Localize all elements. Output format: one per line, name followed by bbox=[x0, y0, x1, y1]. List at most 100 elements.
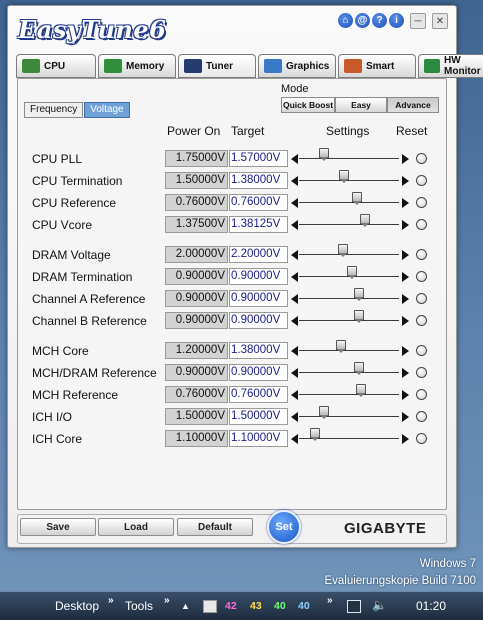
reset-radio[interactable] bbox=[416, 367, 427, 378]
slider-thumb[interactable] bbox=[354, 310, 365, 323]
info-icon[interactable]: i bbox=[389, 13, 404, 28]
load-button[interactable]: Load bbox=[98, 518, 174, 536]
reset-radio[interactable] bbox=[416, 249, 427, 260]
slider-increase-icon[interactable] bbox=[402, 368, 409, 378]
voltage-slider[interactable] bbox=[291, 170, 409, 191]
slider-increase-icon[interactable] bbox=[402, 250, 409, 260]
reset-radio[interactable] bbox=[416, 433, 427, 444]
slider-increase-icon[interactable] bbox=[402, 272, 409, 282]
tab-cpu[interactable]: CPU bbox=[16, 54, 96, 78]
reset-radio[interactable] bbox=[416, 293, 427, 304]
slider-increase-icon[interactable] bbox=[402, 346, 409, 356]
email-icon[interactable]: @ bbox=[355, 13, 370, 28]
voltage-slider[interactable] bbox=[291, 148, 409, 169]
reset-radio[interactable] bbox=[416, 219, 427, 230]
slider-increase-icon[interactable] bbox=[402, 294, 409, 304]
slider-decrease-icon[interactable] bbox=[291, 154, 298, 164]
reset-radio[interactable] bbox=[416, 197, 427, 208]
subtab-frequency[interactable]: Frequency bbox=[24, 102, 84, 118]
slider-thumb[interactable] bbox=[354, 288, 365, 301]
tab-tuner[interactable]: Tuner bbox=[178, 54, 256, 78]
close-icon[interactable]: ✕ bbox=[432, 13, 448, 29]
slider-decrease-icon[interactable] bbox=[291, 272, 298, 282]
slider-increase-icon[interactable] bbox=[402, 316, 409, 326]
slider-thumb[interactable] bbox=[339, 170, 350, 183]
voltage-slider[interactable] bbox=[291, 310, 409, 331]
subtab-voltage[interactable]: Voltage bbox=[84, 102, 130, 118]
chevron-right-icon[interactable]: » bbox=[327, 595, 333, 606]
voltage-slider[interactable] bbox=[291, 362, 409, 383]
mode-advance-button[interactable]: Advance bbox=[387, 97, 439, 113]
slider-thumb[interactable] bbox=[337, 244, 348, 257]
voltage-slider[interactable] bbox=[291, 266, 409, 287]
reset-radio[interactable] bbox=[416, 153, 427, 164]
tab-hw-monitor[interactable]: HW Monitor bbox=[418, 54, 483, 78]
voltage-slider[interactable] bbox=[291, 288, 409, 309]
slider-decrease-icon[interactable] bbox=[291, 250, 298, 260]
chevron-right-icon[interactable]: » bbox=[164, 595, 170, 606]
network-icon[interactable] bbox=[347, 600, 361, 613]
slider-decrease-icon[interactable] bbox=[291, 412, 298, 422]
default-button[interactable]: Default bbox=[177, 518, 253, 536]
hardware-monitor-tray-icon[interactable] bbox=[203, 600, 217, 613]
slider-decrease-icon[interactable] bbox=[291, 316, 298, 326]
slider-thumb[interactable] bbox=[319, 148, 330, 161]
target-value-field[interactable]: 0.90000V bbox=[229, 268, 288, 285]
slider-increase-icon[interactable] bbox=[402, 176, 409, 186]
target-value-field[interactable]: 0.90000V bbox=[229, 312, 288, 329]
slider-increase-icon[interactable] bbox=[402, 434, 409, 444]
mode-quick-boost-button[interactable]: Quick Boost bbox=[281, 97, 335, 113]
taskbar-clock[interactable]: 01:20 bbox=[416, 599, 446, 613]
target-value-field[interactable]: 1.38000V bbox=[229, 342, 288, 359]
set-button[interactable]: Set bbox=[267, 510, 301, 544]
target-value-field[interactable]: 0.90000V bbox=[229, 290, 288, 307]
voltage-slider[interactable] bbox=[291, 384, 409, 405]
reset-radio[interactable] bbox=[416, 175, 427, 186]
tab-memory[interactable]: Memory bbox=[98, 54, 176, 78]
slider-decrease-icon[interactable] bbox=[291, 346, 298, 356]
voltage-slider[interactable] bbox=[291, 214, 409, 235]
target-value-field[interactable]: 1.10000V bbox=[229, 430, 288, 447]
voltage-slider[interactable] bbox=[291, 244, 409, 265]
slider-decrease-icon[interactable] bbox=[291, 368, 298, 378]
home-icon[interactable]: ⌂ bbox=[338, 13, 353, 28]
slider-decrease-icon[interactable] bbox=[291, 220, 298, 230]
slider-thumb[interactable] bbox=[352, 192, 363, 205]
slider-thumb[interactable] bbox=[359, 214, 370, 227]
chevron-right-icon[interactable]: » bbox=[108, 595, 114, 606]
voltage-slider[interactable] bbox=[291, 428, 409, 449]
slider-thumb[interactable] bbox=[319, 406, 330, 419]
slider-thumb[interactable] bbox=[335, 340, 346, 353]
mode-easy-button[interactable]: Easy bbox=[335, 97, 387, 113]
minimize-icon[interactable]: ─ bbox=[410, 13, 426, 29]
reset-radio[interactable] bbox=[416, 271, 427, 282]
slider-decrease-icon[interactable] bbox=[291, 198, 298, 208]
slider-thumb[interactable] bbox=[310, 428, 321, 441]
show-hidden-icons-icon[interactable]: ▲ bbox=[181, 601, 190, 611]
volume-icon[interactable]: 🔈 bbox=[372, 598, 387, 612]
reset-radio[interactable] bbox=[416, 389, 427, 400]
slider-decrease-icon[interactable] bbox=[291, 434, 298, 444]
voltage-slider[interactable] bbox=[291, 192, 409, 213]
slider-increase-icon[interactable] bbox=[402, 220, 409, 230]
reset-radio[interactable] bbox=[416, 345, 427, 356]
target-value-field[interactable]: 1.38000V bbox=[229, 172, 288, 189]
slider-thumb[interactable] bbox=[356, 384, 367, 397]
save-button[interactable]: Save bbox=[20, 518, 96, 536]
help-icon[interactable]: ? bbox=[372, 13, 387, 28]
target-value-field[interactable]: 1.38125V bbox=[229, 216, 288, 233]
tab-graphics[interactable]: Graphics bbox=[258, 54, 336, 78]
target-value-field[interactable]: 2.20000V bbox=[229, 246, 288, 263]
slider-decrease-icon[interactable] bbox=[291, 176, 298, 186]
target-value-field[interactable]: 0.76000V bbox=[229, 194, 288, 211]
reset-radio[interactable] bbox=[416, 315, 427, 326]
taskbar-desktop-toolbar[interactable]: Desktop bbox=[55, 599, 99, 613]
slider-increase-icon[interactable] bbox=[402, 390, 409, 400]
target-value-field[interactable]: 0.90000V bbox=[229, 364, 288, 381]
target-value-field[interactable]: 0.76000V bbox=[229, 386, 288, 403]
voltage-slider[interactable] bbox=[291, 340, 409, 361]
slider-decrease-icon[interactable] bbox=[291, 294, 298, 304]
target-value-field[interactable]: 1.50000V bbox=[229, 408, 288, 425]
voltage-slider[interactable] bbox=[291, 406, 409, 427]
tab-smart[interactable]: Smart bbox=[338, 54, 416, 78]
